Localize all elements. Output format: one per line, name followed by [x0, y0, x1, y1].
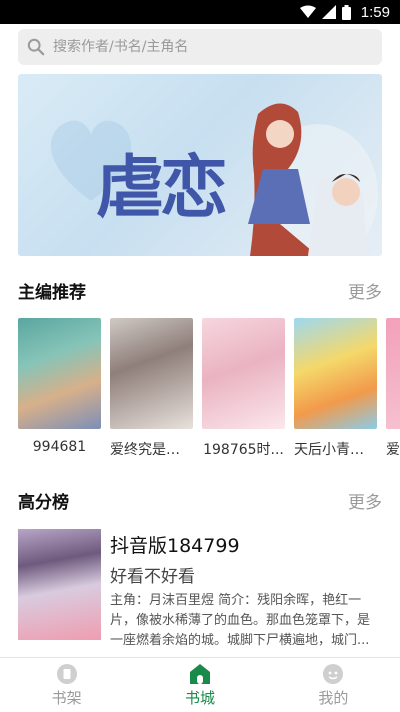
book-card[interactable]: 爱 [386, 318, 400, 458]
top-rated-header: 高分榜 更多 [18, 487, 382, 513]
search-bar[interactable] [18, 29, 382, 65]
book-card[interactable]: 天后小青梅... [294, 318, 377, 458]
search-input[interactable] [53, 39, 353, 55]
book-card[interactable]: 198765时... [202, 318, 285, 458]
tab-label: 书架 [51, 688, 82, 707]
book-description: 主角：月沫百里煜 简介：残阳余晖，艳红一片，像被水稀薄了的血色。那血色笼罩下，是… [110, 593, 371, 648]
battery-icon [341, 4, 351, 20]
book-cover [110, 318, 193, 429]
bottom-tab-bar: 书架 书城 我的 [0, 657, 400, 712]
section-title: 主编推荐 [18, 282, 86, 303]
book-card[interactable]: 爱终究是场... [110, 318, 193, 458]
bookshelf-icon [56, 663, 77, 684]
search-icon [27, 38, 45, 56]
book-cover [18, 318, 101, 429]
tab-profile[interactable]: 我的 [267, 658, 400, 712]
editor-pick-header: 主编推荐 更多 [18, 277, 382, 303]
wifi-icon [299, 5, 316, 18]
profile-icon [323, 663, 344, 684]
section-title: 高分榜 [18, 492, 69, 513]
book-title: 爱 [386, 442, 400, 458]
tab-label: 书城 [184, 688, 215, 707]
tab-bookstore[interactable]: 书城 [133, 658, 266, 712]
more-link[interactable]: 更多 [348, 488, 382, 513]
top-book-item[interactable]: 抖音版184799 好看不好看 主角：月沫百里煜 简介：残阳余晖，艳红一片，像被… [18, 529, 382, 648]
home-icon [189, 663, 210, 684]
book-subtitle: 好看不好看 [110, 567, 195, 587]
tab-label: 我的 [318, 688, 349, 707]
book-title: 爱终究是场... [110, 442, 193, 458]
clock: 1:59 [360, 3, 390, 21]
book-title: 天后小青梅... [294, 442, 377, 458]
book-card[interactable]: 994681 [18, 318, 101, 455]
editor-book-list: 994681 爱终究是场... 198765时... 天后小青梅... 爱 [18, 318, 400, 458]
book-cover [294, 318, 377, 429]
book-title: 994681 [32, 439, 87, 455]
book-title: 抖音版184799 [110, 535, 240, 557]
tab-bookshelf[interactable]: 书架 [0, 658, 133, 712]
banner-title: 虐恋 [96, 148, 228, 228]
book-title: 198765时... [203, 442, 284, 458]
book-cover [202, 318, 285, 429]
status-bar: 1:59 [0, 0, 400, 24]
more-link[interactable]: 更多 [348, 278, 382, 303]
banner[interactable]: 虐恋 [18, 74, 382, 256]
signal-icon [321, 5, 336, 19]
book-cover [18, 529, 101, 640]
book-cover [386, 318, 400, 429]
